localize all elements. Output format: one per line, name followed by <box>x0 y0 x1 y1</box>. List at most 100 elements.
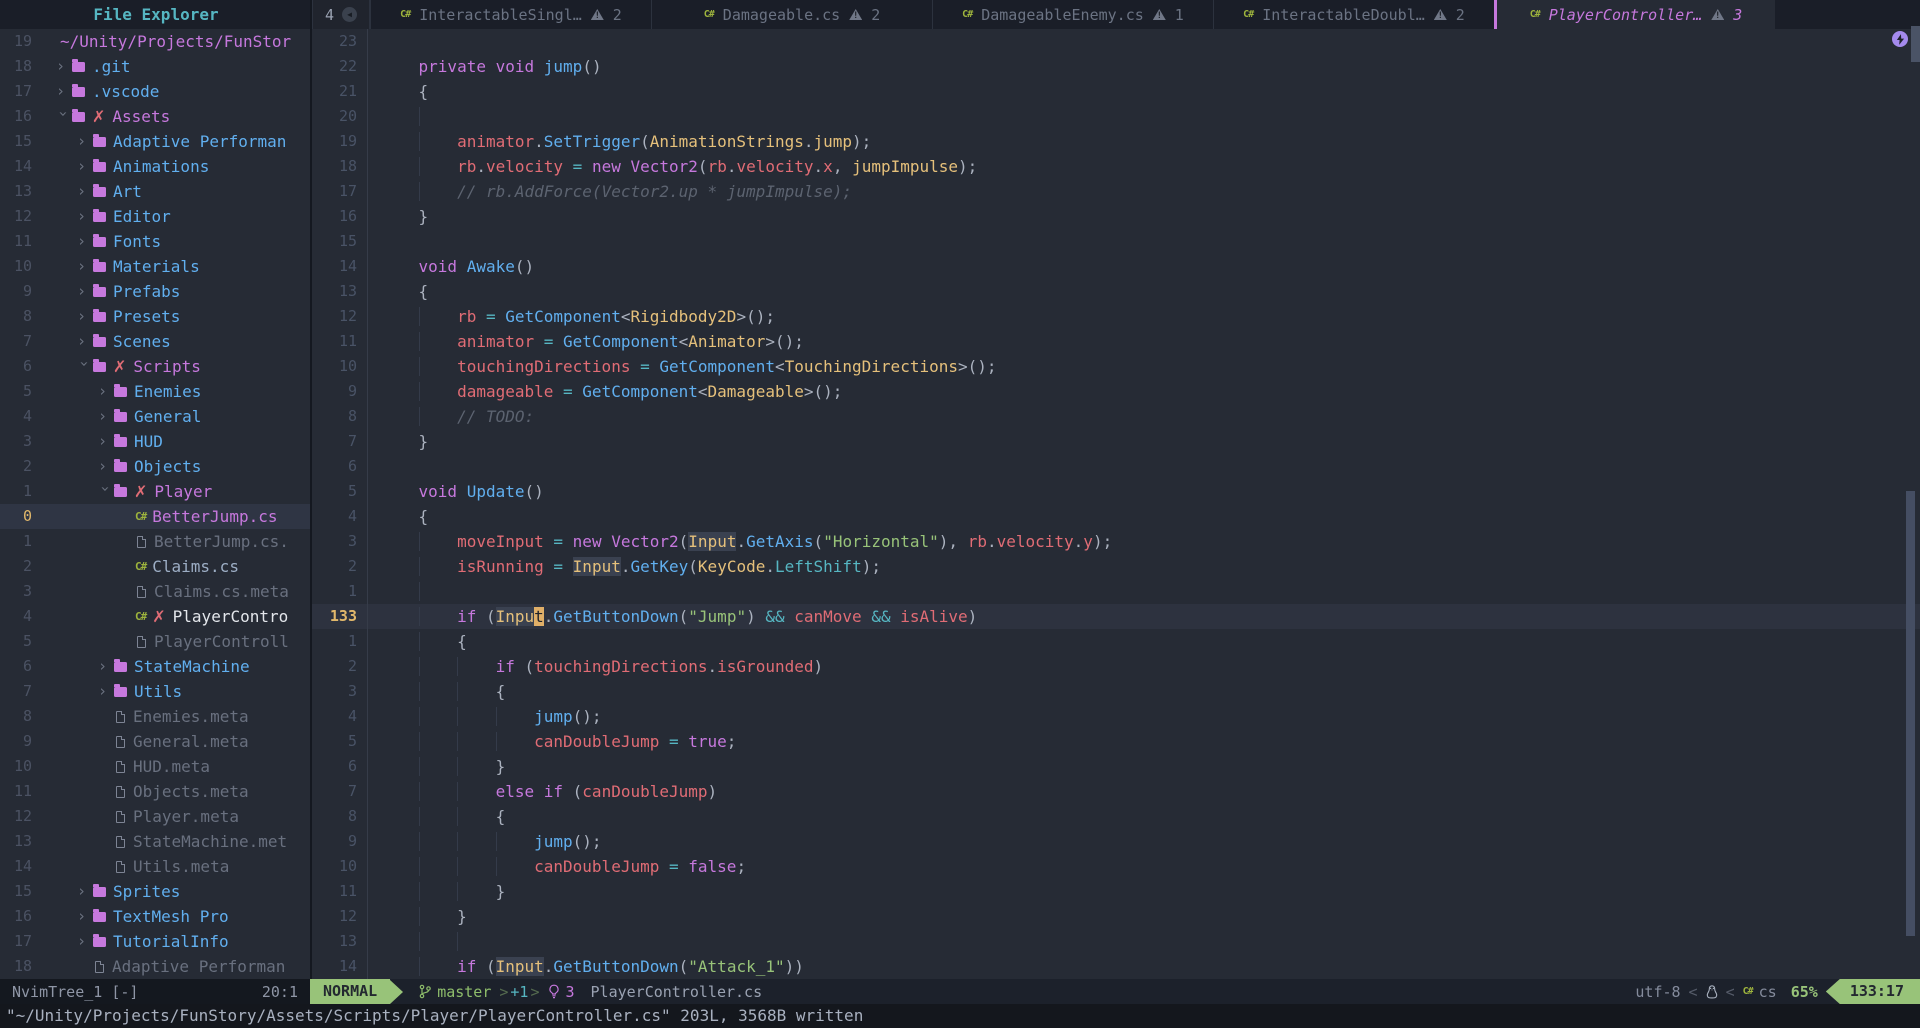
tree-item[interactable]: 6›StateMachine <box>0 654 310 679</box>
code-line[interactable]: 6 <box>312 454 1920 479</box>
tree-item[interactable]: 7›Utils <box>0 679 310 704</box>
git-branch[interactable]: master <box>419 983 491 1001</box>
tree-item[interactable]: 4›General <box>0 404 310 429</box>
chevron-right-icon[interactable]: › <box>98 404 114 429</box>
code-line[interactable]: 18 rb.velocity = new Vector2(rb.velocity… <box>312 154 1920 179</box>
code-line[interactable]: 7 else if (canDoubleJump) <box>312 779 1920 804</box>
code-line[interactable]: 20 <box>312 104 1920 129</box>
tree-scrollbar-thumb[interactable] <box>1911 26 1920 62</box>
buffer-tab[interactable]: C#Damageable.cs!2 <box>651 0 932 29</box>
tree-item[interactable]: 19~/Unity/Projects/FunStor <box>0 29 310 54</box>
buffer-tab[interactable]: C#DamageableEnemy.cs!1 <box>932 0 1213 29</box>
code-line[interactable]: 22 private void jump() <box>312 54 1920 79</box>
tree-item[interactable]: 11Objects.meta <box>0 779 310 804</box>
file-explorer[interactable]: 19~/Unity/Projects/FunStor18›.git17›.vsc… <box>0 29 310 979</box>
tree-item[interactable]: 2C#Claims.cs <box>0 554 310 579</box>
tree-item[interactable]: 10›Materials <box>0 254 310 279</box>
tree-item[interactable]: 0C#BetterJump.cs <box>0 504 310 529</box>
code-line[interactable]: 5 void Update() <box>312 479 1920 504</box>
chevron-right-icon[interactable]: › <box>77 204 93 229</box>
chevron-right-icon[interactable]: › <box>77 229 93 254</box>
code-line[interactable]: 133 if (Input.GetButtonDown("Jump") && c… <box>312 604 1920 629</box>
chevron-right-icon[interactable]: › <box>98 379 114 404</box>
chevron-right-icon[interactable]: › <box>98 429 114 454</box>
code-line[interactable]: 1 <box>312 579 1920 604</box>
chevron-right-icon[interactable]: › <box>98 654 114 679</box>
tree-item[interactable]: 9General.meta <box>0 729 310 754</box>
chevron-right-icon[interactable]: › <box>98 679 114 704</box>
tree-item[interactable]: 8Enemies.meta <box>0 704 310 729</box>
chevron-right-icon[interactable]: › <box>77 154 93 179</box>
code-line[interactable]: 10 canDoubleJump = false; <box>312 854 1920 879</box>
code-line[interactable]: 1 { <box>312 629 1920 654</box>
lightning-badge-icon[interactable] <box>1892 31 1908 47</box>
buffer-count-segment[interactable]: 4 ◀ <box>312 0 370 29</box>
code-line[interactable]: 4 { <box>312 504 1920 529</box>
code-line[interactable]: 14 if (Input.GetButtonDown("Attack_1")) <box>312 954 1920 979</box>
tree-item[interactable]: 5›Enemies <box>0 379 310 404</box>
code-line[interactable]: 13 <box>312 929 1920 954</box>
code-line[interactable]: 16 } <box>312 204 1920 229</box>
tree-item[interactable]: 14›Animations <box>0 154 310 179</box>
code-line[interactable]: 10 touchingDirections = GetComponent<Tou… <box>312 354 1920 379</box>
tree-item[interactable]: 7›Scenes <box>0 329 310 354</box>
chevron-right-icon[interactable]: › <box>77 929 93 954</box>
tree-item[interactable]: 15›Adaptive Performan <box>0 129 310 154</box>
code-line[interactable]: 14 void Awake() <box>312 254 1920 279</box>
tree-item[interactable]: 1›✗Player <box>0 479 310 504</box>
tree-item[interactable]: 12Player.meta <box>0 804 310 829</box>
code-line[interactable]: 11 animator = GetComponent<Animator>(); <box>312 329 1920 354</box>
chevron-right-icon[interactable]: › <box>77 879 93 904</box>
code-line[interactable]: 5 canDoubleJump = true; <box>312 729 1920 754</box>
chevron-right-icon[interactable]: › <box>77 904 93 929</box>
code-line[interactable]: 2 isRunning = Input.GetKey(KeyCode.LeftS… <box>312 554 1920 579</box>
code-line[interactable]: 21 { <box>312 79 1920 104</box>
tree-item[interactable]: 17›.vscode <box>0 79 310 104</box>
code-line[interactable]: 3 moveInput = new Vector2(Input.GetAxis(… <box>312 529 1920 554</box>
tree-item[interactable]: 18›.git <box>0 54 310 79</box>
tree-item[interactable]: 16›✗Assets <box>0 104 310 129</box>
tree-item[interactable]: 5PlayerControll <box>0 629 310 654</box>
buffer-tab[interactable]: C#PlayerController…!3 <box>1494 0 1775 29</box>
editor-scrollbar-thumb[interactable] <box>1906 491 1915 936</box>
buffer-tab[interactable]: C#InteractableDoubl…!2 <box>1213 0 1494 29</box>
tree-item[interactable]: 9›Prefabs <box>0 279 310 304</box>
code-line[interactable]: 2 if (touchingDirections.isGrounded) <box>312 654 1920 679</box>
chevron-right-icon[interactable]: › <box>77 279 93 304</box>
tree-item[interactable]: 4C#✗PlayerContro <box>0 604 310 629</box>
tree-item[interactable]: 1BetterJump.cs. <box>0 529 310 554</box>
chevron-right-icon[interactable]: › <box>98 454 114 479</box>
chevron-right-icon[interactable]: › <box>77 254 93 279</box>
circle-back-icon[interactable]: ◀ <box>342 7 357 22</box>
code-line[interactable]: 4 jump(); <box>312 704 1920 729</box>
tree-item[interactable]: 13StateMachine.met <box>0 829 310 854</box>
code-line[interactable]: 17 // rb.AddForce(Vector2.up * jumpImpul… <box>312 179 1920 204</box>
code-line[interactable]: 8 { <box>312 804 1920 829</box>
buffer-tab[interactable]: C#InteractableSingl…!2 <box>370 0 651 29</box>
tree-item[interactable]: 11›Fonts <box>0 229 310 254</box>
code-line[interactable]: 9 jump(); <box>312 829 1920 854</box>
code-line[interactable]: 15 <box>312 229 1920 254</box>
tree-item[interactable]: 12›Editor <box>0 204 310 229</box>
code-line[interactable]: 3 { <box>312 679 1920 704</box>
code-line[interactable]: 19 animator.SetTrigger(AnimationStrings.… <box>312 129 1920 154</box>
code-line[interactable]: 23 <box>312 29 1920 54</box>
chevron-right-icon[interactable]: › <box>77 129 93 154</box>
code-line[interactable]: 13 { <box>312 279 1920 304</box>
code-line[interactable]: 12 } <box>312 904 1920 929</box>
code-editor[interactable]: 2322 private void jump()21 {20 19 animat… <box>312 29 1920 979</box>
chevron-right-icon[interactable]: › <box>77 179 93 204</box>
tree-item[interactable]: 8›Presets <box>0 304 310 329</box>
chevron-right-icon[interactable]: › <box>56 54 72 79</box>
code-line[interactable]: 12 rb = GetComponent<Rigidbody2D>(); <box>312 304 1920 329</box>
tree-item[interactable]: 2›Objects <box>0 454 310 479</box>
tree-item[interactable]: 14Utils.meta <box>0 854 310 879</box>
code-line[interactable]: 6 } <box>312 754 1920 779</box>
tree-item[interactable]: 3›HUD <box>0 429 310 454</box>
code-line[interactable]: 11 } <box>312 879 1920 904</box>
tree-item[interactable]: 17›TutorialInfo <box>0 929 310 954</box>
tree-item[interactable]: 15›Sprites <box>0 879 310 904</box>
code-line[interactable]: 8 // TODO: <box>312 404 1920 429</box>
tree-item[interactable]: 3Claims.cs.meta <box>0 579 310 604</box>
tree-item[interactable]: 13›Art <box>0 179 310 204</box>
